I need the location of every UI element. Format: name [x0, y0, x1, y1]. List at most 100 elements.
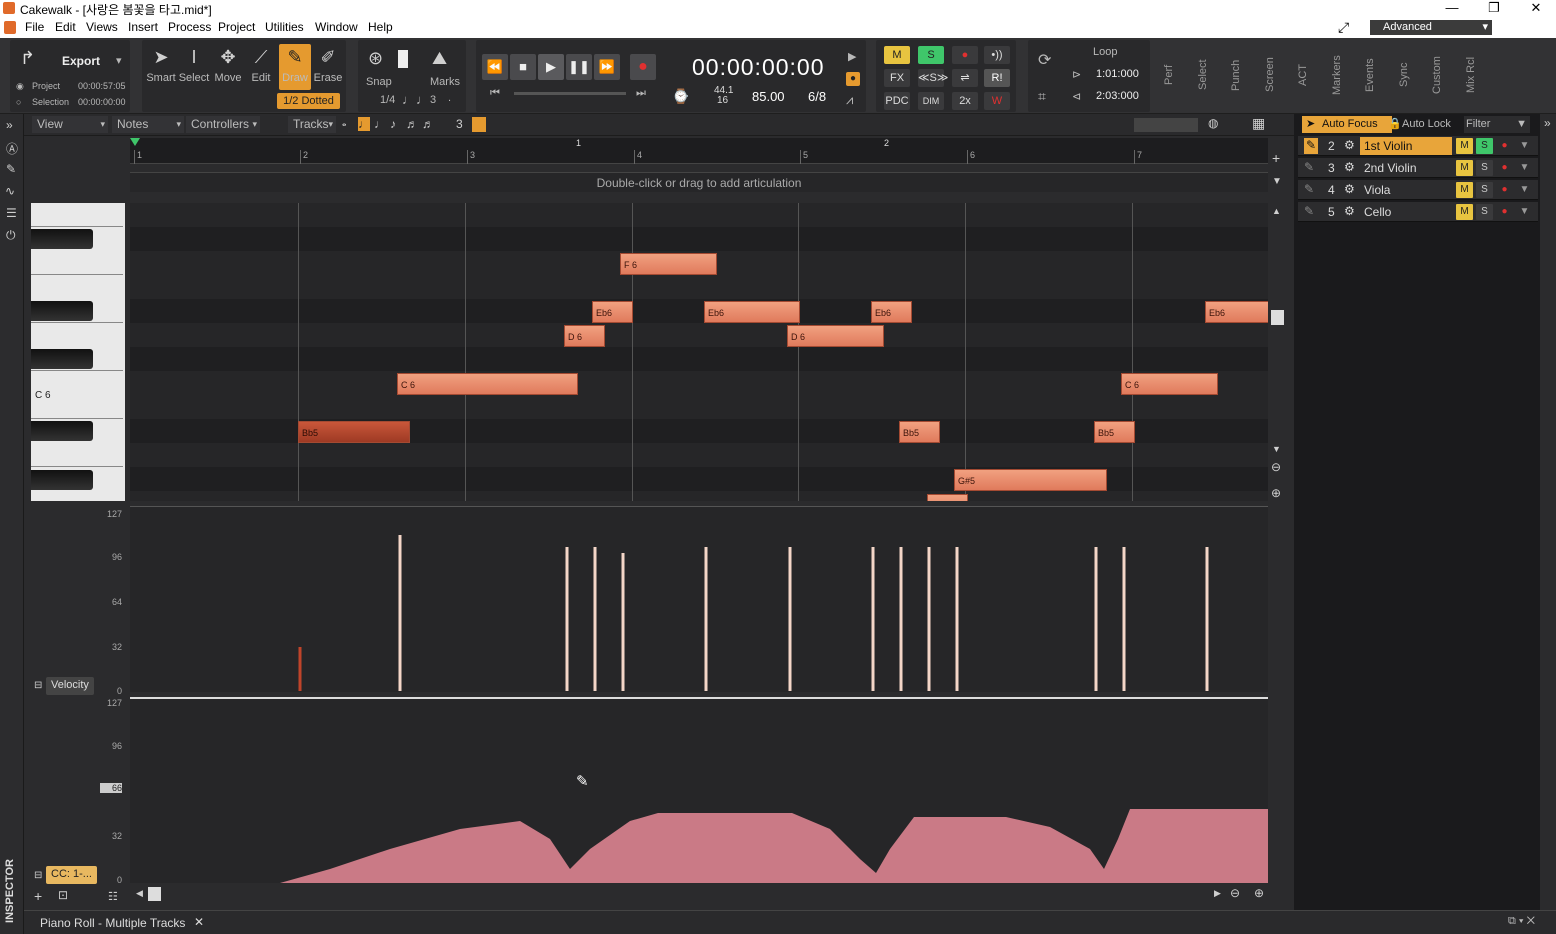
section-marker[interactable]: 1 [576, 138, 581, 148]
minimize-button[interactable]: — [1432, 0, 1472, 18]
filter-icon[interactable]: ▼ [1516, 138, 1533, 154]
expand-icon[interactable]: » [6, 118, 13, 132]
note-eb6[interactable]: Eb6 [704, 301, 800, 323]
chevron-down-icon[interactable]: ▼ [1272, 176, 1282, 187]
record-button[interactable]: ● [630, 54, 656, 80]
filter-lanes-icon[interactable]: ☷ [108, 890, 118, 903]
pencil-icon[interactable]: ✎ [1304, 138, 1318, 154]
menu-file[interactable]: File [25, 20, 44, 34]
articulation-lane[interactable]: Double-click or drag to add articulation [130, 172, 1268, 192]
chevron-down-icon[interactable]: ▾ [116, 54, 122, 67]
pencil-icon[interactable]: ✎ [1304, 182, 1314, 196]
module-perf[interactable]: Perf [1163, 42, 1185, 108]
move-tool[interactable]: ✥ Move [212, 44, 244, 90]
export-button[interactable]: Export [62, 54, 100, 68]
white-key[interactable] [31, 203, 123, 227]
record-icon[interactable]: ● [1496, 204, 1513, 220]
triplet-button[interactable]: 3 [456, 117, 463, 131]
rewind-button[interactable]: ⏪ [482, 54, 508, 80]
quarter-note-icon[interactable]: ♩ [374, 117, 386, 131]
track-name[interactable]: 2nd Violin [1360, 159, 1452, 177]
auto-lock-button[interactable]: 🔒 Auto Lock [1386, 116, 1458, 133]
note-c6[interactable]: C 6 [397, 373, 578, 395]
menu-project[interactable]: Project [218, 20, 255, 34]
lane-options-icon[interactable]: ⊡ [58, 888, 68, 902]
snap-toggle[interactable] [398, 50, 408, 68]
record-icon[interactable]: ● [1496, 160, 1513, 176]
zoom-out-icon[interactable]: ⊖ [1271, 460, 1281, 474]
dotted-button[interactable] [472, 117, 486, 132]
solo-button[interactable]: S [1476, 204, 1493, 220]
track-name[interactable]: 1st Violin [1360, 137, 1452, 155]
snap-icon[interactable]: ⊛ [368, 48, 383, 69]
zoom-in-icon[interactable]: ⊕ [1271, 486, 1281, 500]
filter-icon[interactable]: ▼ [1516, 182, 1533, 198]
fx-button[interactable]: FX [884, 69, 910, 87]
add-controller-icon[interactable]: + [34, 888, 42, 904]
track-row[interactable]: ✎ 4 ⚙ Viola M S ● ▼ [1298, 180, 1538, 200]
half-note-icon[interactable]: ♩ [358, 117, 370, 131]
fast-forward-button[interactable]: ⏩ [594, 54, 620, 80]
note-bb5[interactable]: Bb5 [298, 421, 410, 443]
loop-start[interactable]: 1:01:000 [1096, 68, 1139, 80]
play-arrow-icon[interactable]: ▶ [848, 50, 856, 63]
quarter-note-icon[interactable]: ♩ [402, 92, 415, 107]
note-duration-select[interactable]: 1/2 Dotted [277, 93, 340, 109]
eighth-note-icon[interactable]: ♪ [390, 117, 396, 131]
module-custom[interactable]: Custom [1431, 42, 1453, 108]
collapse-icon[interactable]: ⊟ [34, 680, 42, 691]
triplet-toggle[interactable]: 3 [430, 94, 436, 106]
velocity-lane[interactable] [130, 506, 1268, 692]
inspector-tab[interactable]: INSPECTOR [4, 859, 16, 923]
black-key[interactable] [31, 470, 93, 490]
track-row[interactable]: ✎ 3 ⚙ 2nd Violin M S ● ▼ [1298, 158, 1538, 178]
snap-grid-icon[interactable]: ◍ [1208, 116, 1218, 130]
note-gs5[interactable]: G#5 [954, 469, 1107, 491]
r-button[interactable]: R! [984, 69, 1010, 87]
menu-process[interactable]: Process [168, 20, 211, 34]
mute-button[interactable]: M [1456, 160, 1473, 176]
record-icon[interactable]: ● [1496, 138, 1513, 154]
module-act[interactable]: ACT [1297, 42, 1319, 108]
module-screen[interactable]: Screen [1264, 42, 1286, 108]
collapse-pane-icon[interactable]: » [1544, 116, 1551, 130]
controller-lane[interactable] [130, 697, 1268, 883]
punch-icon[interactable]: ⌗ [1038, 88, 1046, 105]
expand-icon[interactable]: ⤢ [1338, 19, 1349, 36]
input-echo-icon[interactable]: •)) [984, 46, 1010, 64]
tracks-menu[interactable]: Tracks [288, 116, 336, 133]
module-select[interactable]: Select [1197, 42, 1219, 108]
app-menu-icon[interactable] [4, 21, 16, 34]
pause-button[interactable]: ❚❚ [566, 54, 592, 80]
module-markers[interactable]: Markers [1331, 42, 1353, 108]
pencil-icon[interactable]: ✎ [1304, 160, 1314, 174]
collapse-icon[interactable]: ⊟ [34, 870, 42, 881]
now-time-slider[interactable] [514, 92, 626, 95]
section-marker[interactable]: 2 [884, 138, 889, 148]
thirtysecond-note-icon[interactable]: ♬ [422, 117, 434, 131]
count-in-icon[interactable]: ● [846, 72, 860, 86]
close-tab-button[interactable]: ✕ [194, 915, 204, 929]
dim-button[interactable]: DIM [918, 92, 944, 110]
piano-keyboard[interactable]: C 6 [31, 203, 125, 501]
play-button[interactable]: ▶ [538, 54, 564, 80]
quarter-note-icon[interactable]: ♩ [416, 92, 429, 107]
write-automation-icon[interactable]: W [984, 92, 1010, 110]
piano-roll-grid[interactable]: F 6 Eb6 Eb6 Eb6 Eb6 D 6 D 6 C 6 C 6 Bb5 … [130, 203, 1268, 501]
draw-tool[interactable]: ✎ Draw [279, 44, 311, 90]
track-row[interactable]: ✎ 5 ⚙ Cello M S ● ▼ [1298, 202, 1538, 222]
note-partial[interactable] [927, 494, 968, 501]
note-bb5[interactable]: Bb5 [899, 421, 940, 443]
zoom-in-icon[interactable]: ⊕ [1254, 886, 1264, 900]
scroll-left-icon[interactable]: ◀ [136, 888, 143, 899]
waveform-icon[interactable]: ∿ [5, 184, 15, 198]
zoom-field[interactable] [1134, 118, 1198, 132]
pdc-button[interactable]: PDC [884, 92, 910, 110]
mute-button[interactable]: M [1456, 138, 1473, 154]
mute-all-button[interactable]: M [884, 46, 910, 64]
loop-end[interactable]: 2:03:000 [1096, 90, 1139, 102]
filter-button[interactable]: Filter ▼ [1464, 116, 1530, 133]
menu-help[interactable]: Help [368, 20, 393, 34]
horizontal-scroll-thumb[interactable] [148, 887, 161, 901]
smart-tool[interactable]: ➤ Smart [145, 44, 177, 90]
